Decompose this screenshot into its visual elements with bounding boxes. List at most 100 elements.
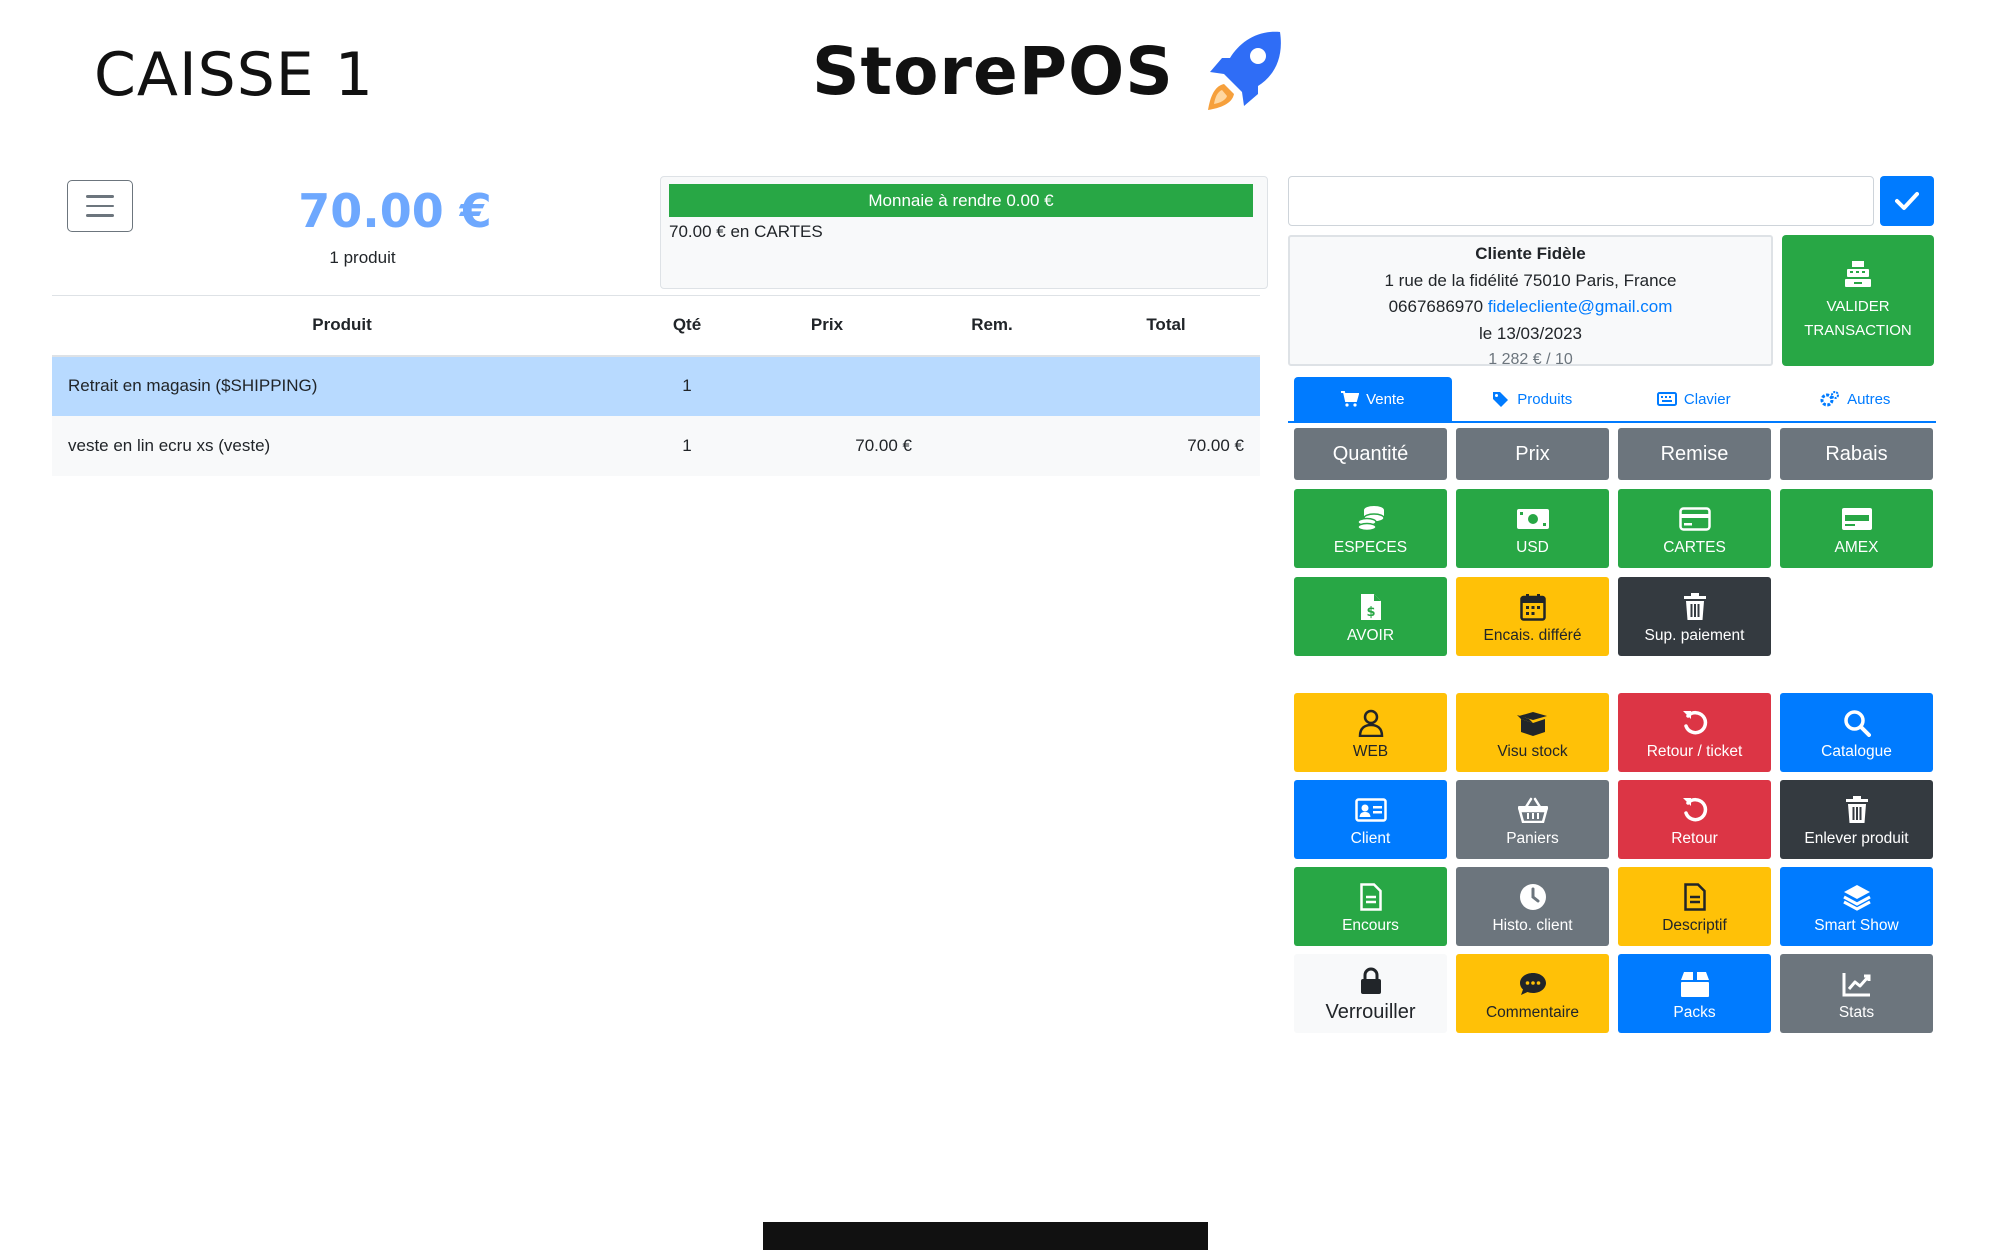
cell-price: 70.00 €: [742, 415, 912, 476]
comment-button[interactable]: Commentaire: [1456, 954, 1609, 1033]
money-bill-icon: [1516, 508, 1549, 529]
search-input[interactable]: [1288, 176, 1874, 226]
return-button[interactable]: Retour: [1618, 780, 1771, 859]
rebate-button[interactable]: Rabais: [1780, 428, 1933, 480]
client-history-button[interactable]: Histo. client: [1456, 867, 1609, 946]
cell-qty: 1: [632, 415, 742, 476]
lock-icon: [1360, 967, 1381, 994]
cart-header-row: Produit Qté Prix Rem. Total: [52, 295, 1260, 357]
tab-produits[interactable]: Produits: [1452, 377, 1614, 421]
cash-payment-button[interactable]: ESPECES: [1294, 489, 1447, 568]
trash-icon: [1845, 795, 1868, 823]
client-contact: 0667686970 fidelecliente@gmail.com: [1290, 294, 1771, 321]
baskets-button[interactable]: Paniers: [1456, 780, 1609, 859]
file-icon: [1359, 882, 1382, 911]
outstanding-button[interactable]: Encours: [1294, 867, 1447, 946]
tab-autres[interactable]: Autres: [1775, 377, 1937, 421]
hamburger-icon: [86, 195, 114, 198]
column-header-total: Total: [1072, 295, 1260, 357]
amex-payment-button[interactable]: AMEX: [1780, 489, 1933, 568]
check-icon: [1895, 192, 1919, 210]
credit-note-button[interactable]: $ AVOIR: [1294, 577, 1447, 656]
payment-line: 70.00 € en CARTES: [669, 222, 823, 241]
tags-icon: [1493, 392, 1509, 407]
tab-bar: Vente Produits Clavier Autres: [1288, 377, 1936, 423]
table-row[interactable]: veste en lin ecru xs (veste) 1 70.00 € 7…: [52, 415, 1260, 476]
product-count: 1 produit: [329, 248, 396, 267]
invoice-dollar-icon: $: [1360, 593, 1381, 620]
stats-button[interactable]: Stats: [1780, 954, 1933, 1033]
payment-summary: Monnaie à rendre 0.00 € 70.00 € en CARTE…: [660, 176, 1268, 289]
client-date: le 13/03/2023: [1478, 323, 1583, 343]
remove-payment-button[interactable]: Sup. paiement: [1618, 577, 1771, 656]
validate-label-2: TRANSACTION: [1804, 321, 1912, 339]
smart-show-button[interactable]: Smart Show: [1780, 867, 1933, 946]
client-button[interactable]: Client: [1294, 780, 1447, 859]
table-row[interactable]: Retrait en magasin ($SHIPPING) 1: [52, 355, 1260, 416]
brand-name: StorePOS: [812, 32, 1174, 110]
undo-icon: [1682, 797, 1707, 821]
cell-total: [1072, 355, 1260, 416]
tab-label: Autres: [1847, 390, 1891, 408]
svg-text:$: $: [1366, 605, 1375, 620]
id-card-icon: [1354, 797, 1387, 822]
client-stats: 1 282 € / 10: [1488, 351, 1573, 366]
column-header-qte: Qté: [632, 295, 742, 357]
basket-icon: [1517, 797, 1548, 823]
trash-icon: [1683, 592, 1706, 620]
total-amount: 70.00 €: [298, 184, 492, 238]
rocket-icon: [1207, 31, 1281, 110]
packs-button[interactable]: Packs: [1618, 954, 1771, 1033]
discount-button[interactable]: Remise: [1618, 428, 1771, 480]
validate-label-1: VALIDER: [1826, 297, 1890, 315]
column-header-remise: Rem.: [912, 295, 1072, 357]
clock-icon: [1519, 883, 1546, 910]
calendar-icon: [1519, 593, 1546, 621]
cell-qty: 1: [632, 355, 742, 416]
amex-card-icon: [1841, 507, 1872, 530]
validate-transaction-button[interactable]: VALIDER TRANSACTION: [1782, 235, 1934, 366]
change-due-bar: Monnaie à rendre 0.00 €: [669, 184, 1253, 217]
tab-label: Vente: [1366, 390, 1405, 408]
description-button[interactable]: Descriptif: [1618, 867, 1771, 946]
cell-discount: [912, 415, 1072, 476]
return-ticket-button[interactable]: Retour / ticket: [1618, 693, 1771, 772]
cell-price: [742, 355, 912, 416]
column-header-prix: Prix: [742, 295, 912, 357]
column-header-produit: Produit: [52, 295, 632, 357]
client-card: Cliente Fidèle 1 rue de la fidélité 7501…: [1288, 235, 1773, 366]
user-icon: [1358, 709, 1383, 737]
usd-payment-button[interactable]: USD: [1456, 489, 1609, 568]
cell-product: Retrait en magasin ($SHIPPING): [52, 355, 632, 416]
remove-product-button[interactable]: Enlever produit: [1780, 780, 1933, 859]
cogs-icon: [1820, 391, 1840, 407]
cart-table: Produit Qté Prix Rem. Total Retrait en m…: [52, 295, 1260, 476]
box-open-icon: [1516, 711, 1547, 736]
tab-clavier[interactable]: Clavier: [1613, 377, 1775, 421]
file-text-icon: [1683, 882, 1706, 911]
deferred-payment-button[interactable]: Encais. différé: [1456, 577, 1609, 656]
menu-toggle-button[interactable]: [67, 180, 133, 232]
tab-vente[interactable]: Vente: [1294, 377, 1452, 421]
client-email-link[interactable]: fidelecliente@gmail.com: [1488, 297, 1673, 316]
catalogue-button[interactable]: Catalogue: [1780, 693, 1933, 772]
client-address: 1 rue de la fidélité 75010 Paris, France: [1384, 270, 1677, 290]
cart-icon: [1341, 391, 1360, 407]
search-submit-button[interactable]: [1880, 176, 1934, 226]
cell-product: veste en lin ecru xs (veste): [52, 415, 632, 476]
credit-card-icon: [1678, 506, 1711, 531]
cell-total: 70.00 €: [1072, 415, 1260, 476]
view-stock-button[interactable]: Visu stock: [1456, 693, 1609, 772]
card-payment-button[interactable]: CARTES: [1618, 489, 1771, 568]
price-button[interactable]: Prix: [1456, 428, 1609, 480]
brand-logo: StorePOS: [812, 28, 1284, 114]
undo-icon: [1682, 710, 1707, 734]
lock-button[interactable]: Verrouiller: [1294, 954, 1447, 1033]
comment-icon: [1519, 972, 1546, 995]
keyboard-icon: [1656, 392, 1677, 406]
web-button[interactable]: WEB: [1294, 693, 1447, 772]
register-title: CAISSE 1: [94, 40, 374, 110]
cash-register-icon: [1845, 260, 1871, 287]
quantity-button[interactable]: Quantité: [1294, 428, 1447, 480]
bottom-overlay-bar: [763, 1222, 1208, 1250]
